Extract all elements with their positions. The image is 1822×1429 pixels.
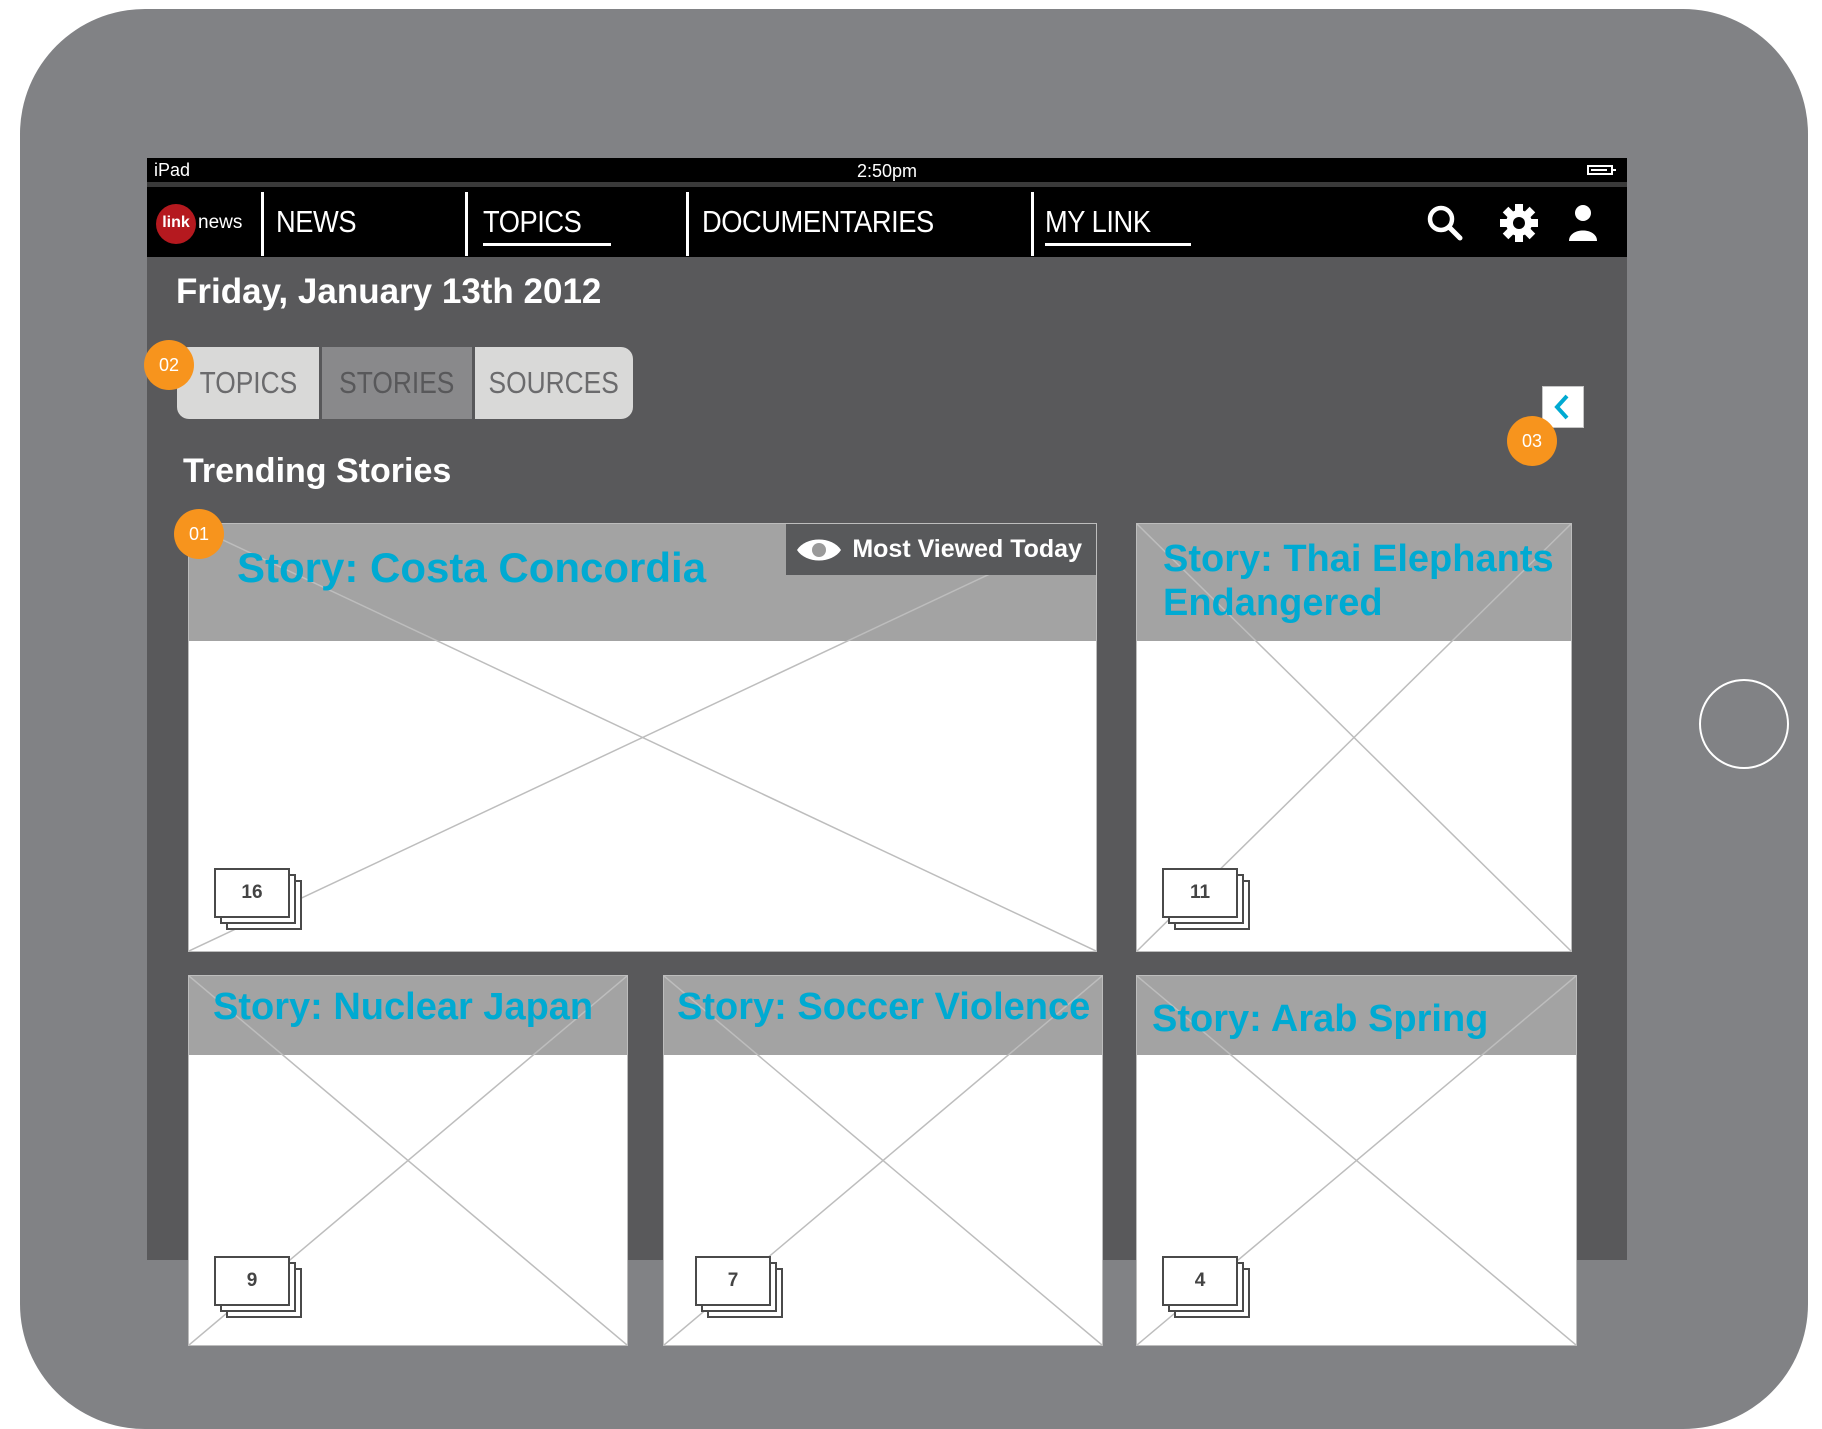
user-icon[interactable] [1561,201,1605,245]
annotation-marker-01: 01 [174,509,224,559]
nav-underline-topics [483,243,611,246]
section-title: Trending Stories [183,452,452,490]
nav-item-documentaries[interactable]: DOCUMENTARIES [702,204,934,240]
story-card-arab-spring[interactable]: Story: Arab Spring 4 [1136,975,1577,1346]
story-card-nuclear-japan[interactable]: Story: Nuclear Japan 9 [188,975,628,1346]
segment-topics-label: TOPICS [199,365,297,400]
annotation-marker-02: 02 [144,340,194,390]
item-count-stack: 9 [214,1256,304,1320]
story-title: Story: Arab Spring [1152,998,1489,1040]
story-card-costa-concordia[interactable]: Story: Costa Concordia Most Viewed Today… [188,523,1097,952]
segment-stories-label: STORIES [339,365,455,400]
app-screen: iPad 2:50pm link news NEWS TOPICS DOCUME… [144,158,1627,1346]
chevron-left-icon [1554,394,1569,420]
story-title: Story: Costa Concordia [237,544,707,591]
item-count: 9 [214,1256,290,1306]
item-count-stack: 4 [1162,1256,1252,1320]
home-button[interactable] [1699,679,1789,769]
story-title: Story: Soccer Violence [677,986,1091,1028]
item-count-stack: 11 [1162,868,1252,932]
story-title: Story: Nuclear Japan [213,986,594,1028]
most-viewed-badge: Most Viewed Today [786,524,1096,575]
nav-divider [465,192,468,256]
nav-underline-my-link [1045,243,1191,246]
item-count: 4 [1162,1256,1238,1306]
view-segmented-control: TOPICS STORIES SOURCES [177,347,633,419]
logo-word: news [198,212,243,233]
segment-sources[interactable]: SOURCES [475,347,633,419]
story-card-soccer-violence[interactable]: Story: Soccer Violence 7 [663,975,1103,1346]
segment-topics[interactable]: TOPICS [177,347,319,419]
item-count: 16 [214,868,290,918]
item-count: 11 [1162,868,1238,918]
gear-icon[interactable] [1497,201,1541,245]
item-count-stack: 16 [214,868,304,932]
page-date: Friday, January 13th 2012 [176,272,602,311]
top-nav: link news NEWS TOPICS DOCUMENTARIES MY L… [147,182,1627,257]
segment-stories[interactable]: STORIES [319,347,475,419]
battery-icon [1587,165,1616,175]
segment-sources-label: SOURCES [488,365,620,400]
nav-item-news[interactable]: NEWS [276,204,357,240]
item-count-stack: 7 [695,1256,785,1320]
story-card-thai-elephants[interactable]: Story: Thai Elephants Endangered 11 [1136,523,1572,952]
story-title: Story: Thai Elephants Endangered [1163,538,1554,624]
status-bar: iPad 2:50pm [147,158,1627,182]
most-viewed-label: Most Viewed Today [852,535,1082,563]
search-icon[interactable] [1423,201,1467,245]
logo-mark: link [156,204,196,244]
item-count: 7 [695,1256,771,1306]
nav-divider [261,192,264,256]
status-time: 2:50pm [856,161,918,181]
eye-icon [797,539,842,561]
nav-item-my-link[interactable]: MY LINK [1045,204,1151,240]
nav-divider [1031,192,1034,256]
annotation-marker-03: 03 [1507,416,1557,466]
nav-divider [686,192,689,256]
nav-item-topics[interactable]: TOPICS [483,204,582,240]
